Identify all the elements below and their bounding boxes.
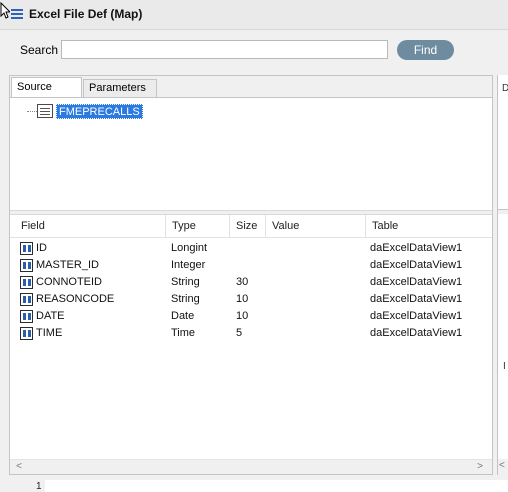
field-type: Date — [171, 310, 195, 322]
field-name: ID — [36, 242, 47, 254]
field-table: daExcelDataView1 — [370, 276, 463, 288]
field-table: daExcelDataView1 — [370, 310, 463, 322]
search-label: Search — [20, 43, 59, 57]
field-size: 5 — [236, 327, 243, 339]
field-size: 10 — [236, 293, 249, 305]
field-icon — [20, 327, 33, 340]
field-icon — [20, 293, 33, 306]
right-panel-header-label: I — [503, 361, 506, 372]
grid-header: Field Type Size Value Table — [10, 215, 492, 238]
page-number[interactable]: 1 — [36, 481, 42, 492]
column-header-field[interactable]: Field — [15, 215, 166, 238]
right-panel-grid: I — [498, 214, 508, 459]
column-header-type[interactable]: Type — [166, 215, 230, 238]
find-button[interactable]: Find — [397, 40, 454, 60]
field-type: Integer — [171, 259, 206, 271]
field-table: daExcelDataView1 — [370, 242, 463, 254]
field-type: String — [171, 276, 200, 288]
field-size: 30 — [236, 276, 249, 288]
field-type: Time — [171, 327, 196, 339]
column-header-table[interactable]: Table — [366, 215, 492, 238]
window-title: Excel File Def (Map) — [29, 7, 143, 21]
right-panel: D I < — [497, 75, 508, 475]
field-name: DATE — [36, 310, 65, 322]
column-header-value[interactable]: Value — [266, 215, 366, 238]
source-tree: FMEPRECALLS — [10, 97, 492, 210]
table-row[interactable]: DATE Date 10 daExcelDataView1 — [10, 308, 492, 325]
search-input[interactable] — [61, 40, 388, 59]
tab-parameters[interactable]: Parameters — [83, 79, 157, 97]
field-icon — [20, 276, 33, 289]
source-panel: Source Data Parameters FMEPRECALLS Field… — [9, 75, 493, 475]
field-icon — [20, 242, 33, 255]
fields-grid: Field Type Size Value Table ID Longint d… — [10, 215, 492, 474]
table-row[interactable]: MASTER_ID Integer daExcelDataView1 — [10, 257, 492, 274]
tab-source-data[interactable]: Source Data — [11, 77, 82, 112]
horizontal-scrollbar[interactable]: < > — [10, 459, 492, 474]
field-table: daExcelDataView1 — [370, 327, 463, 339]
field-name: CONNOTEID — [36, 276, 102, 288]
field-name: MASTER_ID — [36, 259, 99, 271]
field-icon — [20, 259, 33, 272]
title-bar: Excel File Def (Map) — [0, 0, 508, 30]
right-panel-scrollbar[interactable]: < — [498, 459, 508, 474]
column-header-size[interactable]: Size — [230, 215, 266, 238]
right-panel-top: D — [498, 75, 508, 210]
table-row[interactable]: TIME Time 5 daExcelDataView1 — [10, 325, 492, 342]
field-type: String — [171, 293, 200, 305]
field-name: TIME — [36, 327, 63, 339]
table-row[interactable]: REASONCODE String 10 daExcelDataView1 — [10, 291, 492, 308]
right-panel-tab-label[interactable]: D — [502, 83, 508, 94]
table-row[interactable]: CONNOTEID String 30 daExcelDataView1 — [10, 274, 492, 291]
scroll-left-icon[interactable]: < — [13, 461, 25, 473]
field-name: REASONCODE — [36, 293, 115, 305]
table-icon — [37, 104, 53, 118]
tree-item-fmeprecalls[interactable]: FMEPRECALLS — [56, 104, 143, 119]
field-table: daExcelDataView1 — [370, 259, 463, 271]
scroll-left-icon[interactable]: < — [499, 460, 505, 471]
list-menu-icon[interactable] — [11, 9, 23, 19]
scroll-right-icon[interactable]: > — [474, 461, 486, 473]
field-icon — [20, 310, 33, 323]
field-table: daExcelDataView1 — [370, 293, 463, 305]
field-size: 10 — [236, 310, 249, 322]
page-area — [45, 480, 508, 492]
field-type: Longint — [171, 242, 208, 254]
mouse-cursor-icon — [0, 2, 10, 19]
table-row[interactable]: ID Longint daExcelDataView1 — [10, 240, 492, 257]
